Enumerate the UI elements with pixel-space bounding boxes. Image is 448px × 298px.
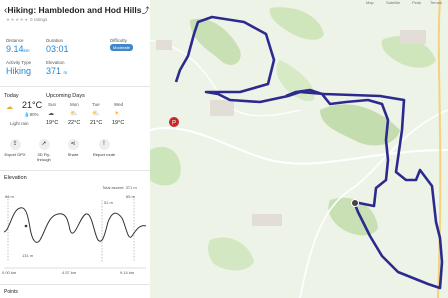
duration-value: 03:01 — [46, 44, 69, 54]
elevation-unit: m — [63, 70, 68, 75]
day-sun: Sun — [48, 102, 57, 107]
map-tab-terrain[interactable]: Terrain — [430, 0, 442, 5]
village — [156, 40, 172, 50]
distance-number: 9.14 — [6, 44, 24, 54]
village — [400, 30, 426, 44]
today-label: Today — [4, 93, 19, 99]
today-precip: 💧80% — [24, 112, 39, 118]
poi-marker-glyph: P — [172, 121, 176, 127]
flythrough-icon: ➚ — [38, 139, 50, 150]
points-label: Points — [4, 289, 18, 295]
map-canvas[interactable]: P — [150, 0, 448, 298]
distance-label: Distance — [6, 38, 24, 43]
today-precip-value: 80% — [29, 112, 39, 117]
elev-label-mid: 51 m — [104, 200, 113, 205]
difficulty-label: Difficulty — [110, 38, 127, 43]
village — [252, 214, 282, 226]
distance-value: 9.14km — [6, 44, 30, 54]
divider — [0, 86, 150, 87]
elev-label-start: 66 m — [5, 194, 14, 199]
header: ‹ Hiking: Hambledon and Hod Hills ⤴ ▯ — [4, 3, 150, 17]
elevation-stat-value: 371 m — [46, 66, 67, 76]
map-tab-peak[interactable]: Peak — [412, 0, 421, 5]
elev-label-low: 131 m — [22, 253, 34, 258]
report-route-button[interactable]: ! Report route — [91, 139, 117, 157]
sun-icon: ☀ — [114, 111, 120, 117]
activity-label: Activity Type — [6, 60, 32, 65]
woodland-area — [269, 7, 324, 40]
sun-cloud-icon: ⛅ — [70, 111, 78, 117]
difficulty-badge: Moderate — [110, 44, 133, 51]
woodland-area — [276, 60, 315, 102]
elev-label-end: 65 m — [126, 194, 135, 199]
map-view[interactable]: P Map Satellite Peak Terrain — [150, 0, 448, 298]
share-icon: ⋖ — [67, 139, 79, 150]
village — [210, 100, 234, 116]
start-marker[interactable] — [351, 199, 359, 207]
today-temp: 21°C — [22, 100, 43, 110]
share-icon[interactable]: ⤴ — [141, 5, 149, 16]
partly-cloudy-icon: ☁ — [6, 104, 13, 111]
report-route-label: Report route — [92, 152, 116, 157]
road — [150, 127, 448, 165]
temp-mon: 22°C — [68, 120, 81, 126]
page-title: Hiking: Hambledon and Hod Hills — [7, 5, 142, 15]
upcoming-label: Upcoming Days — [46, 93, 85, 99]
export-icon: ⇪ — [9, 139, 21, 150]
elevation-stat-label: Elevation — [46, 60, 65, 65]
today-desc: Light rain — [10, 121, 29, 126]
x-label-mid: 4.57 km — [62, 270, 77, 275]
low-point-marker — [24, 224, 28, 228]
map-tab-map[interactable]: Map — [366, 0, 374, 5]
sun-cloud-icon: ⛅ — [92, 111, 100, 117]
temp-sun: 19°C — [46, 120, 59, 126]
report-icon: ! — [98, 139, 110, 150]
temp-tue: 21°C — [90, 120, 103, 126]
cloud-icon: ☁ — [48, 111, 54, 117]
x-label-end: 9.14 km — [120, 270, 135, 275]
export-gpx-button[interactable]: ⇪ Export GPX — [2, 139, 28, 157]
flythrough-label: 3D Fly-through — [37, 152, 51, 162]
distance-unit: km — [23, 48, 30, 53]
day-wed: Wed — [114, 102, 124, 107]
share-label: Share — [67, 152, 79, 157]
star-icons: ★★★★★ — [6, 17, 29, 22]
duration-label: Duration — [46, 38, 64, 43]
temp-wed: 19°C — [112, 120, 125, 126]
day-mon: Mon — [70, 102, 79, 107]
ratings-count: 0 ratings — [29, 17, 48, 22]
elevation-number: 371 — [46, 66, 62, 76]
woodland-area — [207, 237, 254, 271]
flythrough-button[interactable]: ➚ 3D Fly-through — [31, 139, 57, 162]
divider — [0, 170, 150, 171]
export-gpx-label: Export GPX — [4, 152, 26, 157]
divider — [0, 284, 150, 285]
route-panel: ‹ Hiking: Hambledon and Hod Hills ⤴ ▯ ★★… — [0, 0, 151, 298]
elevation-title: Elevation — [4, 175, 27, 181]
rating: ★★★★★ 0 ratings — [6, 17, 47, 23]
x-label-start: 0.00 km — [2, 270, 17, 275]
activity-value: Hiking — [6, 66, 32, 76]
share-button[interactable]: ⋖ Share — [60, 139, 86, 157]
map-tab-satellite[interactable]: Satellite — [386, 0, 400, 5]
day-tue: Tue — [92, 102, 100, 107]
elevation-profile-chart — [3, 196, 147, 269]
woodland-area — [150, 146, 181, 186]
